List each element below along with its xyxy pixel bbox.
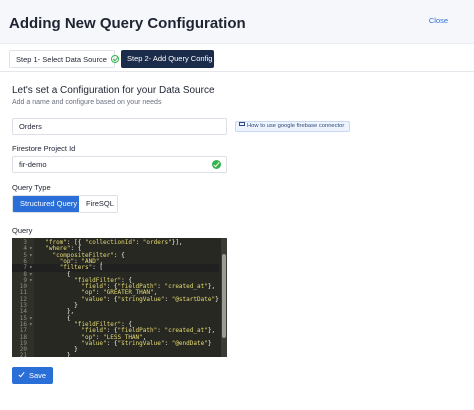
query-label: Query — [12, 226, 33, 235]
help-link-label: How to use google firebase connector — [247, 123, 345, 129]
editor-scrollbar[interactable] — [221, 238, 227, 357]
query-type-toggle: Structured Query FireSQL — [12, 195, 118, 213]
save-label: Save — [29, 371, 47, 380]
step-2-label: Step 2- Add Query Config — [127, 54, 213, 63]
query-type-label: Query Type — [12, 183, 51, 192]
check-circle-icon — [110, 55, 119, 64]
query-code-editor[interactable]: 3 "from": [{ "collectionId": "orders"}],… — [12, 238, 227, 357]
book-icon — [239, 122, 245, 127]
query-name-value: Orders — [19, 122, 42, 131]
firebase-help-link[interactable]: How to use google firebase connector — [235, 121, 350, 132]
page-title: Adding New Query Configuration — [9, 15, 246, 32]
close-button[interactable]: Close — [429, 16, 448, 25]
step-tabs: Step 1- Select Data Source Step 2- Add Q… — [0, 44, 474, 72]
code-text: } — [38, 352, 71, 357]
step-select-data-source[interactable]: Step 1- Select Data Source — [9, 50, 119, 68]
section-subtitle: Add a name and configure based on your n… — [12, 99, 162, 106]
project-id-value: fir-demo — [19, 160, 47, 169]
save-button[interactable]: Save — [12, 367, 53, 384]
firesql-option[interactable]: FireSQL — [79, 196, 117, 212]
step-add-query-config[interactable]: Step 2- Add Query Config — [121, 50, 214, 68]
check-circle-icon — [212, 160, 221, 169]
project-id-label: Firestore Project Id — [12, 144, 76, 153]
line-number: 21 — [19, 352, 27, 357]
code-line: 21 } — [12, 352, 219, 357]
editor-scroll-thumb[interactable] — [222, 254, 226, 338]
step-1-label: Step 1- Select Data Source — [16, 55, 107, 64]
query-name-input[interactable]: Orders — [12, 118, 227, 135]
project-id-input[interactable]: fir-demo — [12, 156, 227, 173]
page-header: Adding New Query Configuration Close — [0, 0, 474, 44]
structured-query-option[interactable]: Structured Query — [13, 196, 79, 212]
check-icon — [18, 370, 25, 378]
section-title: Let's set a Configuration for your Data … — [12, 85, 215, 96]
